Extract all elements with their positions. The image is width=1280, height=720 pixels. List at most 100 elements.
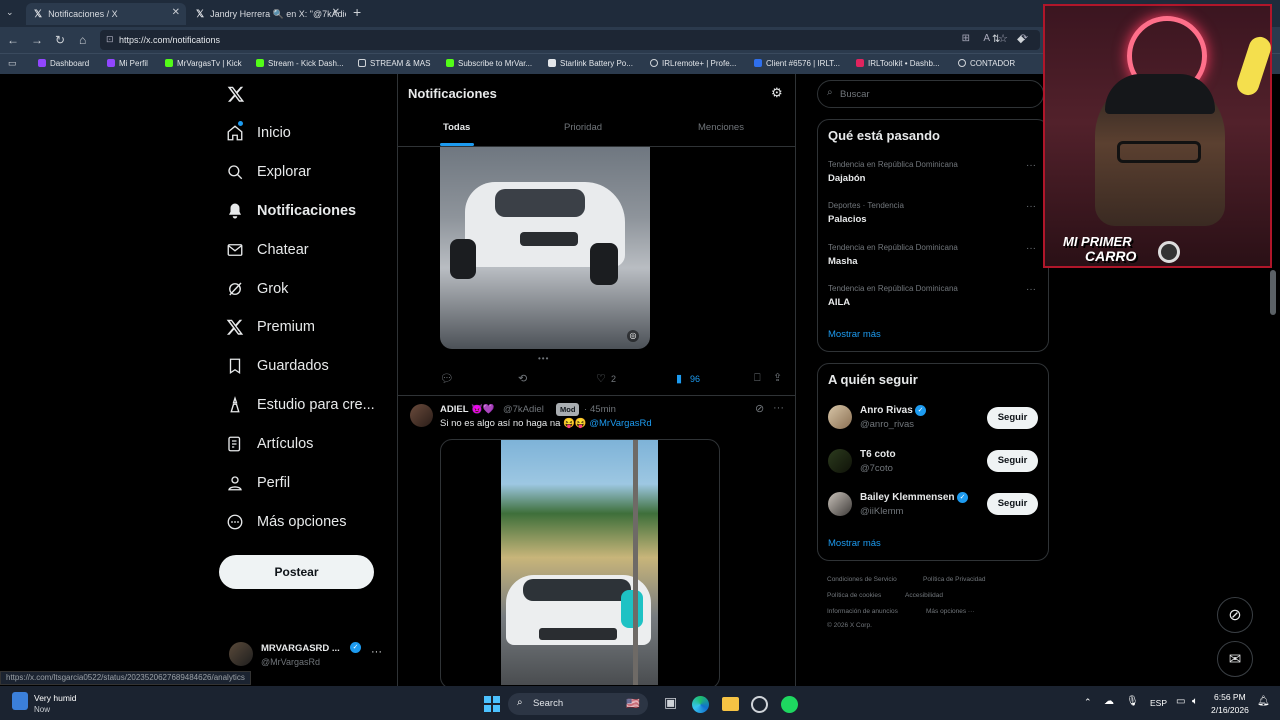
- bookmark-item[interactable]: Client #6576 | IRLT...: [754, 59, 840, 68]
- sidebar-item-chatear[interactable]: Chatear: [226, 241, 309, 259]
- sidebar-item-notificaciones[interactable]: Notificaciones: [226, 202, 356, 220]
- messages-fab-button[interactable]: ✉: [1217, 641, 1253, 677]
- weather-title[interactable]: Very humid: [34, 693, 77, 703]
- file-explorer-icon[interactable]: [722, 697, 739, 711]
- grok-explain-icon[interactable]: ⊘: [755, 402, 764, 415]
- sensitive-media-icon[interactable]: ◎: [627, 330, 639, 342]
- tab-menciones[interactable]: Menciones: [698, 122, 744, 133]
- follow-button[interactable]: Seguir: [987, 407, 1038, 429]
- address-bar[interactable]: ⊡ https://x.com/notifications ⊞ A ☆ ⟳: [100, 30, 1040, 50]
- trend-more-icon[interactable]: ···: [1026, 284, 1036, 295]
- language-indicator[interactable]: ESP: [1150, 698, 1167, 708]
- tab-list-icon[interactable]: ⌄: [6, 7, 14, 18]
- repost-icon[interactable]: ⟲: [518, 372, 527, 385]
- bookmark-item[interactable]: IRLToolkit • Dashb...: [856, 59, 940, 68]
- trend-name[interactable]: Palacios: [828, 214, 867, 225]
- sidebar-item-articulos[interactable]: Artículos: [226, 435, 313, 453]
- trend-more-icon[interactable]: ···: [1026, 201, 1036, 212]
- settings-gear-icon[interactable]: ⚙: [771, 85, 783, 101]
- avatar[interactable]: [828, 492, 852, 516]
- avatar[interactable]: [828, 405, 852, 429]
- taskbar-time[interactable]: 6:56 PM: [1214, 692, 1246, 702]
- site-info-icon[interactable]: ⊡: [106, 34, 114, 45]
- spotify-icon[interactable]: [781, 696, 798, 713]
- task-view-icon[interactable]: ▣: [664, 694, 677, 711]
- post-author-handle[interactable]: @7kAdiel: [503, 404, 544, 415]
- trends-show-more-link[interactable]: Mostrar más: [828, 329, 881, 340]
- tab-notifications[interactable]: 𝕏 Notificaciones / X ✕: [26, 3, 186, 25]
- post-button[interactable]: Postear: [219, 555, 374, 589]
- notification-center-icon[interactable]: 🔔︎: [1257, 696, 1270, 707]
- footer-link[interactable]: Condiciones de Servicio: [827, 576, 897, 583]
- forward-icon[interactable]: →: [31, 33, 43, 47]
- sidebar-item-perfil[interactable]: Perfil: [226, 474, 290, 492]
- trend-name[interactable]: AILA: [828, 297, 850, 308]
- obs-icon[interactable]: [751, 696, 768, 713]
- microphone-icon[interactable]: 🎙︎: [1126, 696, 1139, 707]
- suggested-user-name[interactable]: Bailey Klemmensen: [860, 492, 955, 503]
- close-tab-icon[interactable]: ✕: [332, 7, 340, 18]
- footer-link[interactable]: Política de cookies: [827, 592, 881, 599]
- collections-icon[interactable]: ⇅: [992, 34, 1000, 45]
- follow-button[interactable]: Seguir: [987, 493, 1038, 515]
- sidebar-item-grok[interactable]: Grok: [226, 280, 288, 298]
- avatar[interactable]: [828, 449, 852, 473]
- app-available-icon[interactable]: ⊞: [962, 33, 970, 44]
- tab-todas[interactable]: Todas: [443, 122, 470, 133]
- follow-show-more-link[interactable]: Mostrar más: [828, 538, 881, 549]
- views-icon[interactable]: ▮: [676, 372, 682, 385]
- volume-icon[interactable]: 🔈︎: [1192, 696, 1198, 707]
- home-browser-icon[interactable]: ⌂: [79, 33, 86, 47]
- tray-overflow-icon[interactable]: ⌃: [1084, 697, 1092, 708]
- trend-more-icon[interactable]: ···: [1026, 243, 1036, 254]
- trend-name[interactable]: Masha: [828, 256, 858, 267]
- edge-browser-icon[interactable]: [692, 696, 709, 713]
- bookmark-item[interactable]: STREAM & MAS: [358, 59, 430, 68]
- extension-icon[interactable]: ◆: [1017, 34, 1025, 45]
- read-aloud-icon[interactable]: A: [983, 33, 990, 44]
- taskbar-date[interactable]: 2/16/2026: [1211, 705, 1249, 715]
- account-more-icon[interactable]: ···: [371, 646, 382, 658]
- trend-name[interactable]: Dajabón: [828, 173, 865, 184]
- tab-prioridad[interactable]: Prioridad: [564, 122, 602, 133]
- bookmark-item[interactable]: MrVargasTv | Kick: [165, 59, 242, 68]
- bookmark-item[interactable]: IRLremote+ | Profe...: [650, 59, 736, 68]
- share-icon[interactable]: ⇪: [773, 371, 782, 384]
- reload-icon[interactable]: ↻: [55, 33, 65, 47]
- footer-link[interactable]: Más opciones ···: [926, 608, 974, 615]
- avatar[interactable]: [410, 404, 433, 427]
- bookmark-item[interactable]: Subscribe to MrVar...: [446, 59, 532, 68]
- bookmark-item[interactable]: CONTADOR: [958, 59, 1015, 68]
- bookmark-item[interactable]: Starlink Battery Po...: [548, 59, 633, 68]
- bookmark-post-icon[interactable]: ⎕: [754, 372, 761, 385]
- follow-button[interactable]: Seguir: [987, 450, 1038, 472]
- post-more-icon[interactable]: ···: [773, 402, 784, 414]
- bookmark-item[interactable]: Stream - Kick Dash...: [256, 59, 344, 68]
- reply-icon[interactable]: 💬︎: [440, 372, 454, 385]
- windows-start-icon[interactable]: [484, 696, 500, 712]
- bookmark-item[interactable]: Mi Perfil: [107, 59, 148, 68]
- bookmark-item[interactable]: Dashboard: [38, 59, 89, 68]
- footer-link[interactable]: Información de anuncios: [827, 608, 898, 615]
- post-time[interactable]: 45min: [590, 404, 616, 415]
- weather-icon[interactable]: [12, 692, 28, 710]
- search-input[interactable]: ⌕ Buscar: [817, 80, 1044, 108]
- post-image-car-snow[interactable]: ◎: [440, 147, 650, 349]
- x-logo-icon[interactable]: [227, 85, 245, 103]
- post-image-car-street[interactable]: [501, 440, 658, 685]
- sidebar-item-explorar[interactable]: Explorar: [226, 163, 311, 181]
- close-tab-icon[interactable]: ✕: [172, 7, 180, 18]
- sidebar-item-estudio[interactable]: Estudio para cre...: [226, 396, 375, 414]
- sidebar-item-premium[interactable]: Premium: [226, 318, 315, 336]
- cloud-icon[interactable]: ☁: [1104, 696, 1114, 707]
- tab-jandry[interactable]: 𝕏 Jandry Herrera 🔍 en X: "@7kAdie ✕: [188, 3, 346, 25]
- account-switcher[interactable]: MRVARGASRD ... ✓ @MrVargasRd ···: [219, 638, 389, 672]
- mention-link[interactable]: @MrVargasRd: [589, 418, 651, 429]
- footer-link[interactable]: Accesibilidad: [905, 592, 943, 599]
- bookmarks-menu-icon[interactable]: ▭: [8, 58, 17, 69]
- network-icon[interactable]: ▭: [1176, 696, 1185, 707]
- sidebar-item-guardados[interactable]: Guardados: [226, 357, 329, 375]
- grok-fab-button[interactable]: ⊘: [1217, 597, 1253, 633]
- sidebar-item-mas-opciones[interactable]: Más opciones: [226, 513, 346, 531]
- post-author-name[interactable]: ADIEL 😈💜: [440, 404, 495, 415]
